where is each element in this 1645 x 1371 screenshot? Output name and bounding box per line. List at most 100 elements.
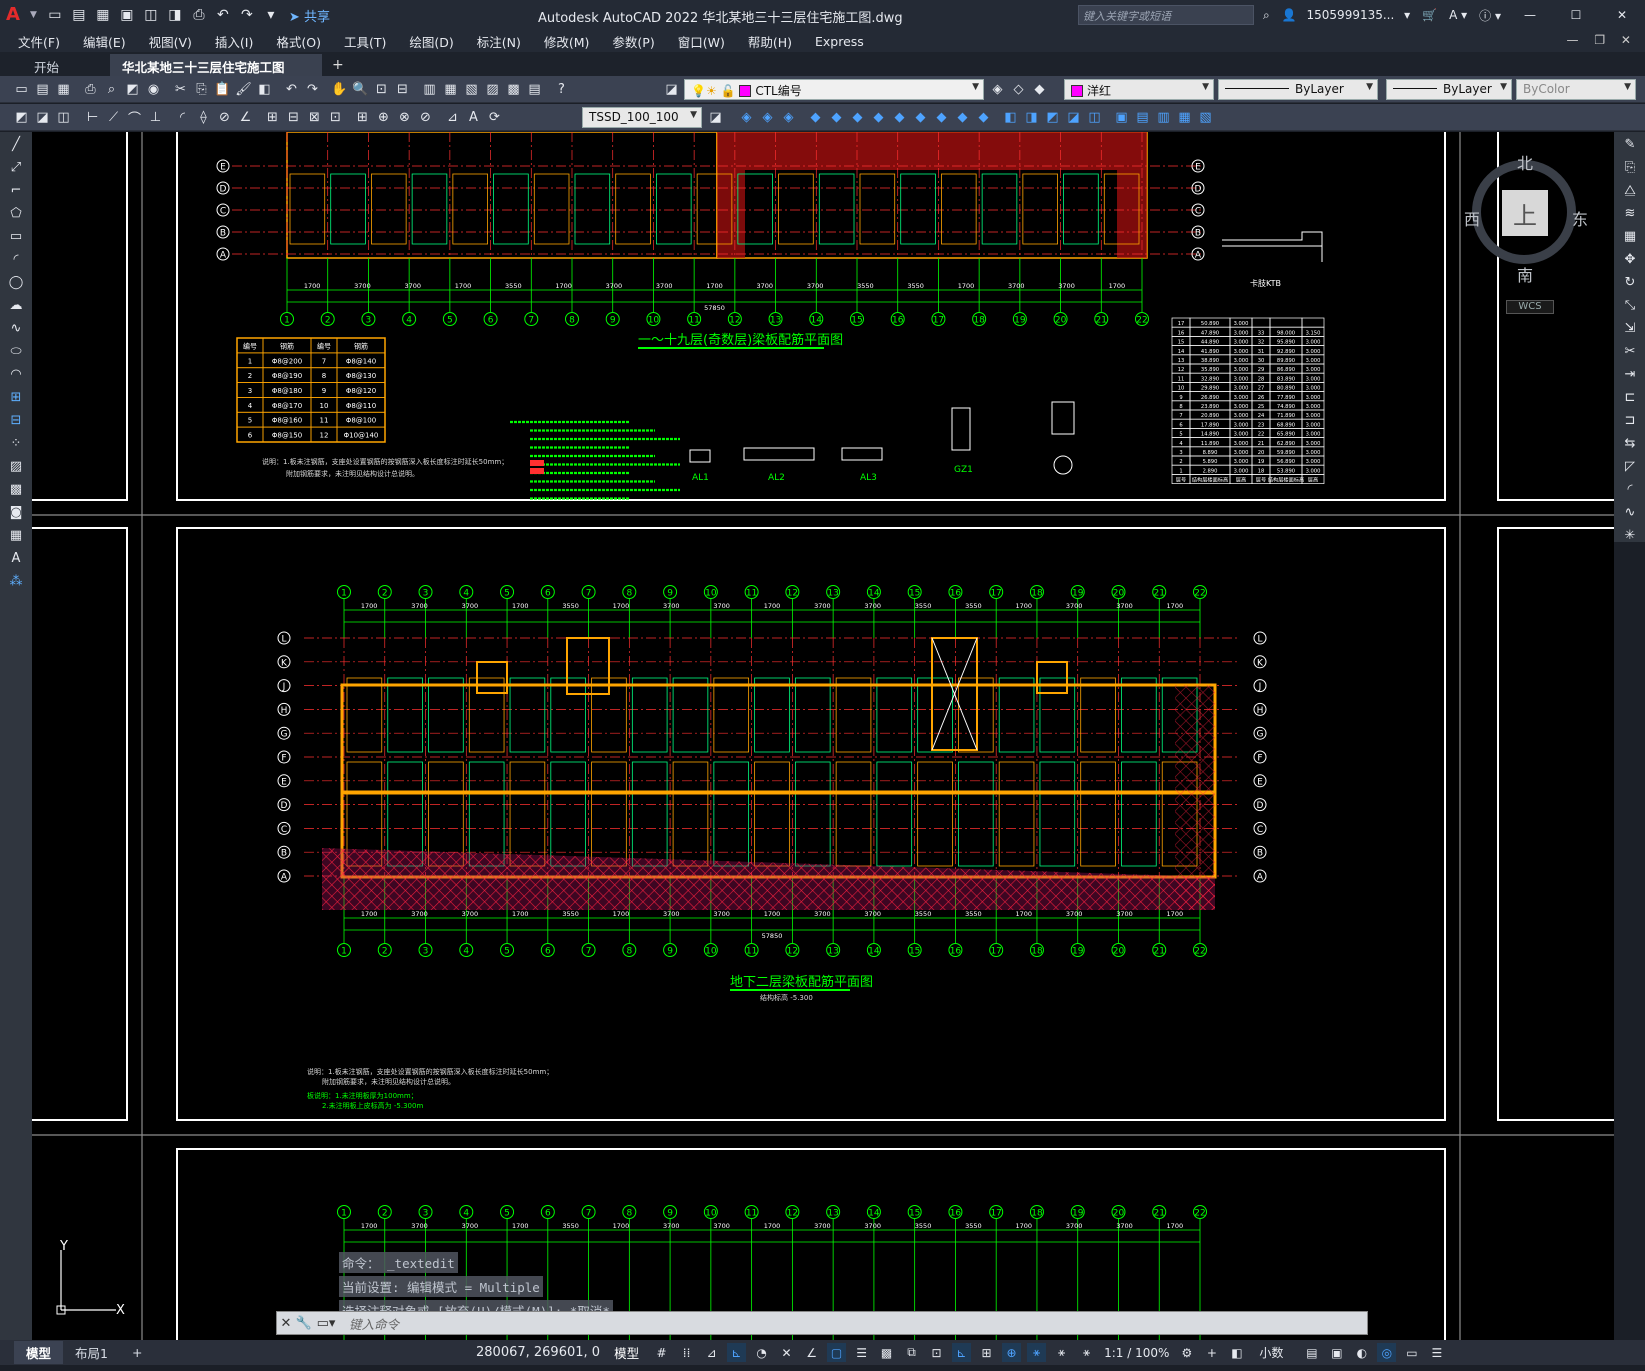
properties-icon[interactable]: ▥ <box>420 80 439 99</box>
region-icon[interactable]: ◙ <box>2 502 30 523</box>
ordinate-dim-icon[interactable]: ⊥ <box>146 108 165 127</box>
tool-palettes-icon[interactable]: ▧ <box>462 80 481 99</box>
ucs-icon-6[interactable]: ◆ <box>848 108 867 127</box>
extend-icon[interactable]: ⇥ <box>1616 364 1644 385</box>
annotation-visibility-icon[interactable]: ⚹ <box>1027 1343 1047 1362</box>
color-dropdown[interactable]: 洋红 ▼ <box>1064 79 1214 100</box>
dim-space-icon[interactable]: ⊡ <box>326 108 345 127</box>
copy-icon[interactable]: ⎘ <box>192 80 211 99</box>
selection-cycling-icon[interactable]: ⧉ <box>902 1343 921 1362</box>
break-icon[interactable]: ⊐ <box>1616 410 1644 431</box>
mdi-window-controls[interactable]: — ❐ ✕ <box>1567 33 1637 47</box>
help-icon[interactable]: ? <box>552 80 571 99</box>
tssd-icon-2[interactable]: ◪ <box>33 108 52 127</box>
ucs-icon-9[interactable]: ◆ <box>911 108 930 127</box>
transparency-icon[interactable]: ▩ <box>877 1343 896 1362</box>
maximize-button[interactable]: ☐ <box>1559 8 1593 22</box>
search-icon[interactable]: ⌕ <box>1263 8 1270 23</box>
linetype-dropdown[interactable]: ByLayer ▼ <box>1218 79 1378 100</box>
selection-filter-icon[interactable]: ⊞ <box>977 1343 996 1362</box>
cart-icon[interactable]: 🛒 <box>1422 8 1437 22</box>
trim-icon[interactable]: ✂ <box>1616 341 1644 362</box>
menu-dimension[interactable]: 标注(N) <box>477 32 521 51</box>
move-icon[interactable]: ✥ <box>1616 249 1644 270</box>
open-from-web-icon[interactable]: ◫ <box>141 5 161 25</box>
array-icon[interactable]: ▦ <box>1616 226 1644 247</box>
fillet-icon[interactable]: ◜ <box>1616 479 1644 500</box>
stretch-icon[interactable]: ⇲ <box>1616 318 1644 339</box>
arc-icon[interactable]: ◜ <box>2 249 30 270</box>
cut-icon[interactable]: ✂ <box>171 80 190 99</box>
tssd-icon-1[interactable]: ◩ <box>12 108 31 127</box>
new-tab-button[interactable]: + <box>322 54 354 76</box>
isolate-objects-icon[interactable]: ◧ <box>1227 1343 1246 1362</box>
close-command-line-icon[interactable]: ✕ <box>277 1316 295 1331</box>
dynamic-ucs-icon[interactable]: ⊾ <box>952 1343 972 1362</box>
menu-insert[interactable]: 插入(I) <box>215 32 253 51</box>
diameter-dim-icon[interactable]: ⊘ <box>215 108 234 127</box>
publish-icon[interactable]: ◩ <box>123 80 142 99</box>
menu-draw[interactable]: 绘图(D) <box>409 32 453 51</box>
command-input[interactable]: 键入命令 <box>349 1314 399 1333</box>
polar-tracking-icon[interactable]: ◔ <box>752 1343 771 1362</box>
3d-object-snap-icon[interactable]: ⊡ <box>927 1343 946 1362</box>
settings-gear-icon[interactable]: ⚙ <box>1177 1343 1196 1362</box>
offset-icon[interactable]: ≋ <box>1616 203 1644 224</box>
app-menu-chevron-icon[interactable]: ▼ <box>30 10 37 20</box>
tolerance-icon[interactable]: ⊞ <box>353 108 372 127</box>
view-icon-1[interactable]: ◧ <box>1001 108 1020 127</box>
save-icon[interactable]: ▦ <box>54 80 73 99</box>
paste-icon[interactable]: 📋 <box>213 80 232 99</box>
redo-icon[interactable]: ↷ <box>303 80 322 99</box>
view-icon-7[interactable]: ▤ <box>1133 108 1152 127</box>
menu-modify[interactable]: 修改(M) <box>544 32 590 51</box>
tab-model[interactable]: 模型 <box>14 1341 64 1364</box>
zoom-window-icon[interactable]: ⊡ <box>372 80 391 99</box>
lock-icon[interactable]: 🔓 <box>721 84 736 98</box>
pan-icon[interactable]: ✋ <box>330 80 349 99</box>
viewcube-top-face[interactable]: 上 <box>1502 190 1548 236</box>
object-snap-icon[interactable]: ▢ <box>827 1343 847 1362</box>
layer-state-icon[interactable]: ◆ <box>1030 80 1049 99</box>
3d-dwf-icon[interactable]: ◉ <box>144 80 163 99</box>
view-icon-9[interactable]: ▦ <box>1175 108 1194 127</box>
blend-curves-icon[interactable]: ∿ <box>1616 502 1644 523</box>
grid-icon[interactable]: # <box>652 1343 671 1362</box>
viewcube[interactable]: 上 北 南 西 东 WCS <box>1460 150 1590 320</box>
open-icon[interactable]: ▤ <box>33 80 52 99</box>
quick-dim-icon[interactable]: ⊞ <box>263 108 282 127</box>
view-icon-5[interactable]: ◫ <box>1085 108 1104 127</box>
jogged-dim-icon[interactable]: ⟠ <box>194 108 213 127</box>
tssd-icon-3[interactable]: ◫ <box>54 108 73 127</box>
ucs-icon-2[interactable]: ◈ <box>758 108 777 127</box>
polyline-icon[interactable]: ⌐ <box>2 180 30 201</box>
view-icon-8[interactable]: ▥ <box>1154 108 1173 127</box>
view-icon-6[interactable]: ▣ <box>1112 108 1131 127</box>
rotate-icon[interactable]: ↻ <box>1616 272 1644 293</box>
markup-icon[interactable]: ▩ <box>504 80 523 99</box>
snap-icon[interactable]: ⁞⁞ <box>677 1343 696 1362</box>
lineweight-dropdown[interactable]: ByLayer ▼ <box>1386 79 1512 100</box>
close-button[interactable]: ✕ <box>1605 8 1639 22</box>
ucs-icon-5[interactable]: ◆ <box>827 108 846 127</box>
layer-previous-icon[interactable]: ◇ <box>1009 80 1028 99</box>
plot-icon[interactable]: ⎙ <box>189 5 209 25</box>
ucs-icon-4[interactable]: ◆ <box>806 108 825 127</box>
tab-start[interactable]: 开始 <box>0 54 110 76</box>
customize-command-line-icon[interactable]: 🔧 <box>295 1316 313 1331</box>
ucs-icon-7[interactable]: ◆ <box>869 108 888 127</box>
table-icon[interactable]: ▦ <box>2 525 30 546</box>
match-properties-icon[interactable]: 🖌 <box>234 80 253 99</box>
dim-edit-icon[interactable]: ⊿ <box>443 108 462 127</box>
insert-block-icon[interactable]: ⊞ <box>2 387 30 408</box>
zoom-previous-icon[interactable]: ⊟ <box>393 80 412 99</box>
ucs-icon-1[interactable]: ◈ <box>737 108 756 127</box>
menu-parametric[interactable]: 参数(P) <box>612 32 654 51</box>
ucs-icon-11[interactable]: ◆ <box>953 108 972 127</box>
minimize-button[interactable]: — <box>1513 8 1547 22</box>
light-bulb-icon[interactable]: 💡 <box>691 84 706 98</box>
autodesk-a360-icon[interactable]: A ▾ <box>1449 8 1467 22</box>
model-space-toggle[interactable]: 模型 <box>614 1343 639 1362</box>
share-button[interactable]: ➤ 共享 <box>289 6 330 25</box>
make-layer-current-icon[interactable]: ◈ <box>988 80 1007 99</box>
